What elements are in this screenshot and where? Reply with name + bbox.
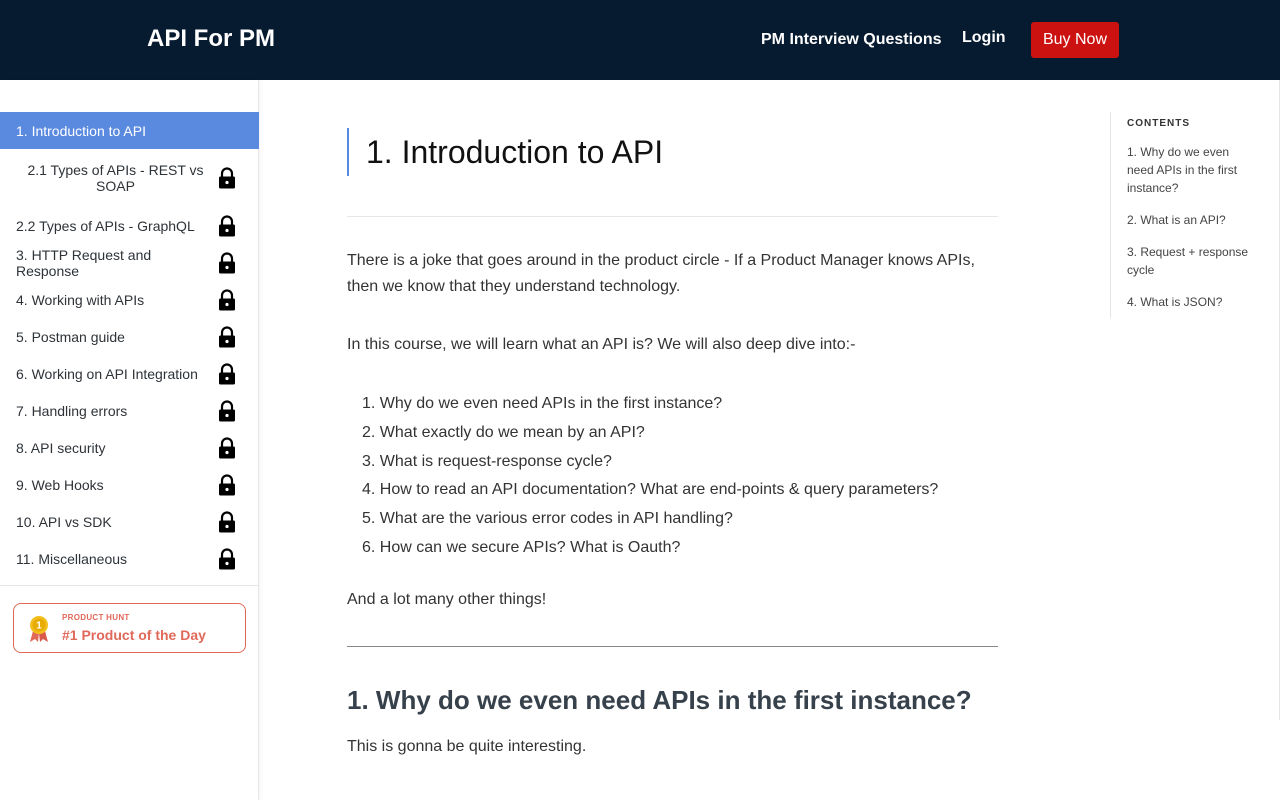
sidebar-item-label: 7. Handling errors [16,402,128,419]
sidebar-item-api-security[interactable]: 8. API security [0,429,259,466]
title-divider [347,216,998,217]
sidebar-item-label: 1. Introduction to API [16,122,146,139]
list-item: 3. What is request-response cycle? [362,452,612,470]
sidebar-item-api-integration[interactable]: 6. Working on API Integration [0,355,259,392]
sidebar-item-postman-guide[interactable]: 5. Postman guide [0,318,259,355]
lock-icon [219,214,235,236]
lock-icon [219,167,235,189]
sidebar-divider [0,585,259,586]
medal-number: 1 [36,621,42,632]
list-item: 5. What are the various error codes in A… [362,510,733,528]
course-sidebar: 1. Introduction to API 2.1 Types of APIs… [0,80,259,800]
sidebar-item-label: 8. API security [16,439,106,456]
buy-now-button[interactable]: Buy Now [1031,22,1119,58]
section-intro-paragraph: This is gonna be quite interesting. [347,738,587,755]
sidebar-item-label: 11. Miscellaneous [16,550,128,567]
lock-icon [219,510,235,532]
lock-icon [219,288,235,310]
sidebar-item-handling-errors[interactable]: 7. Handling errors [0,392,259,429]
sidebar-item-graphql[interactable]: 2.2 Types of APIs - GraphQL [0,207,259,244]
sidebar-item-miscellaneous[interactable]: 11. Miscellaneous [0,540,259,577]
sidebar-item-label: 10. API vs SDK [16,513,112,530]
article-content: 1. Introduction to API There is a joke t… [347,80,998,800]
closing-paragraph: And a lot many other things! [347,591,547,608]
top-navbar: API For PM PM Interview Questions Login … [0,0,1280,80]
lock-icon [219,547,235,569]
product-hunt-badge[interactable]: 1 PRODUCT HUNT #1 Product of the Day [13,603,246,653]
badge-label: PRODUCT HUNT [62,613,130,622]
page-title-block: 1. Introduction to API [347,128,663,176]
sidebar-item-label: 2.1 Types of APIs - REST vs SOAP [27,162,204,194]
chapter-list: 1. Introduction to API 2.1 Types of APIs… [0,112,259,577]
medal-icon: 1 [30,616,48,642]
list-item: 1. Why do we even need APIs in the first… [362,395,723,412]
nav-pm-interview-questions[interactable]: PM Interview Questions [761,31,941,49]
page-title: 1. Introduction to API [366,134,664,170]
sidebar-item-api-vs-sdk[interactable]: 10. API vs SDK [0,503,259,540]
list-item: 4. How to read an API documentation? Wha… [362,481,939,499]
toc-item-why-apis[interactable]: 1. Why do we even need APIs in the first… [1127,143,1257,197]
lock-icon [219,362,235,384]
list-item: 6. How can we secure APIs? What is Oauth… [362,538,681,556]
sidebar-item-label: 3. HTTP Request and Response [16,246,152,279]
course-intro-paragraph: In this course, we will learn what an AP… [347,336,856,353]
sidebar-item-label: 2.2 Types of APIs - GraphQL [16,217,195,234]
section-heading: 1. Why do we even need APIs in the first… [347,685,972,715]
badge-title: #1 Product of the Day [62,627,206,643]
toc-item-json[interactable]: 4. What is JSON? [1127,293,1257,311]
sidebar-item-http-request-response[interactable]: 3. HTTP Request and Response [0,244,259,281]
sidebar-item-label: 6. Working on API Integration [16,365,198,382]
lock-icon [219,251,235,273]
list-item: 2. What exactly do we mean by an API? [362,423,645,441]
sidebar-item-rest-vs-soap[interactable]: 2.1 Types of APIs - REST vs SOAP [0,149,259,207]
section-divider [347,646,998,647]
sidebar-item-working-with-apis[interactable]: 4. Working with APIs [0,281,259,318]
sidebar-item-label: 4. Working with APIs [16,291,145,308]
lock-icon [219,399,235,421]
toc-heading: CONTENTS [1127,118,1190,129]
sidebar-item-introduction[interactable]: 1. Introduction to API [0,112,259,149]
table-of-contents: CONTENTS 1. Why do we even need APIs in … [1110,112,1280,318]
toc-item-request-response[interactable]: 3. Request + response cycle [1127,243,1257,279]
nav-login[interactable]: Login [962,29,1006,47]
sidebar-item-web-hooks[interactable]: 9. Web Hooks [0,466,259,503]
sidebar-item-label: 9. Web Hooks [16,476,104,493]
toc-item-what-is-api[interactable]: 2. What is an API? [1127,211,1257,229]
sidebar-item-label: 5. Postman guide [16,328,125,345]
lock-icon [219,436,235,458]
lock-icon [219,473,235,495]
brand-logo[interactable]: API For PM [147,25,275,53]
topic-list: 1. Why do we even need APIs in the first… [347,390,998,563]
lock-icon [219,325,235,347]
intro-paragraph: There is a joke that goes around in the … [347,252,975,295]
